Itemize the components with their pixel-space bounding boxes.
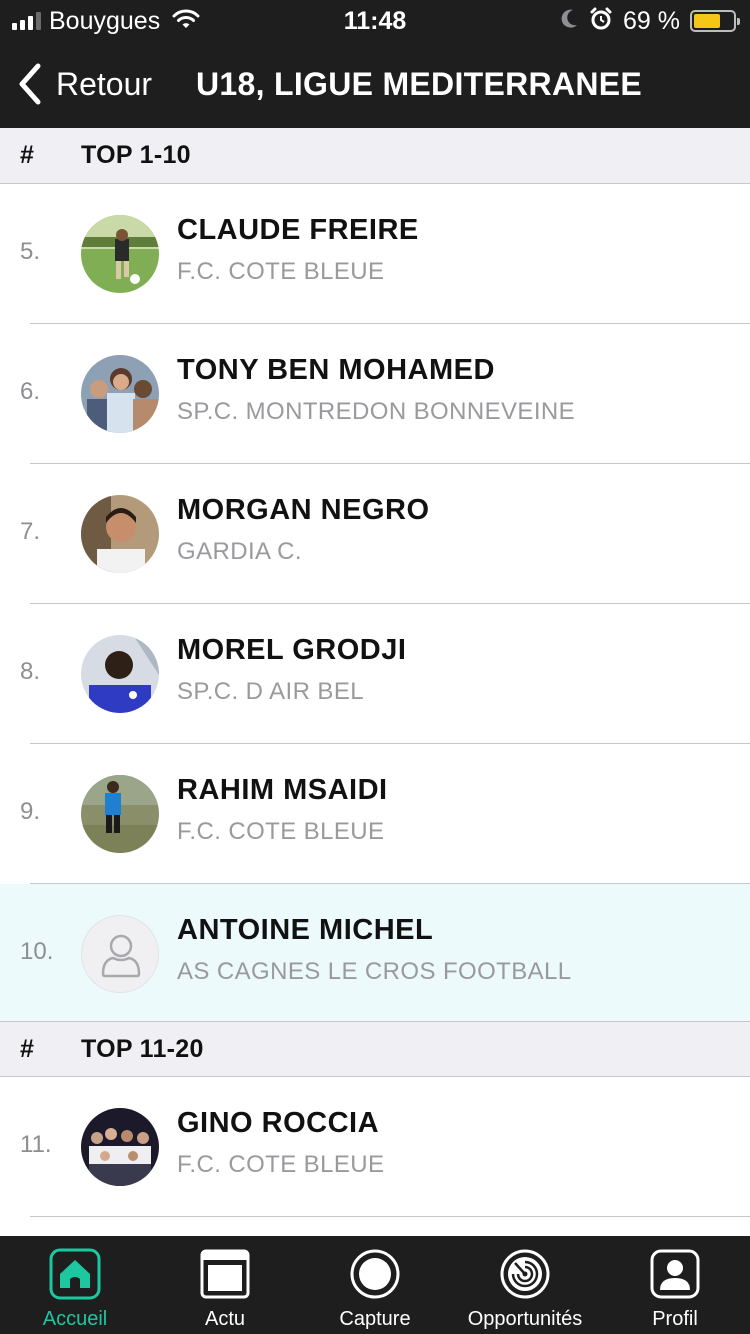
player-avatar	[81, 355, 159, 433]
player-club: F.C. COTE BLEUE	[177, 258, 385, 285]
moon-icon	[559, 8, 579, 35]
player-name: MOREL GRODJI	[177, 634, 407, 666]
section-rank-column: #	[20, 1034, 34, 1063]
player-name: CLAUDE FREIRE	[177, 214, 419, 246]
profile-icon	[649, 1248, 701, 1300]
player-rank: 8.	[20, 658, 41, 685]
tab-label: Profil	[652, 1308, 698, 1330]
status-bar: Bouygues 11:48 69 %	[0, 0, 750, 42]
page-title: U18, LIGUE MEDITERRANEE	[196, 66, 643, 102]
player-club: AS CAGNES LE CROS FOOTBALL	[177, 958, 572, 985]
player-avatar	[81, 495, 159, 573]
player-name: TONY BEN MOHAMED	[177, 354, 495, 386]
player-avatar	[81, 215, 159, 293]
back-button[interactable]: Retour	[16, 62, 152, 106]
nav-bar: Retour U18, LIGUE MEDITERRANEE	[0, 42, 750, 128]
player-club: GARDIA C.	[177, 538, 302, 565]
player-rank: 5.	[20, 238, 41, 265]
player-rank: 6.	[20, 378, 41, 405]
battery-icon	[690, 10, 740, 32]
player-club: F.C. COTE BLEUE	[177, 1151, 385, 1178]
player-name: ANTOINE MICHEL	[177, 914, 434, 946]
player-name: GINO ROCCIA	[177, 1107, 380, 1139]
status-right: 69 %	[559, 6, 740, 36]
player-row[interactable]: 11. GINO ROCCIA F.C. COTE BLEUE	[0, 1077, 750, 1217]
player-row[interactable]: 7. MORGAN NEGRO GARDIA C.	[0, 464, 750, 604]
news-icon	[199, 1248, 251, 1300]
player-name: MORGAN NEGRO	[177, 494, 430, 526]
player-avatar	[81, 635, 159, 713]
section-rank-column: #	[20, 141, 34, 169]
chevron-left-icon	[19, 63, 41, 105]
player-club: F.C. COTE BLEUE	[177, 818, 385, 845]
tab-label: Opportunités	[467, 1308, 583, 1330]
player-rank: 7.	[20, 518, 41, 545]
section-title: TOP 1-10	[81, 141, 191, 169]
battery-percent: 69 %	[623, 6, 680, 35]
avatar-placeholder-icon	[81, 915, 159, 993]
player-rank: 11.	[20, 1131, 52, 1158]
tab-actu[interactable]: Actu	[150, 1236, 300, 1334]
tab-bar: Accueil Actu Capture Opportunités Profil	[0, 1236, 750, 1334]
player-rank: 10.	[20, 938, 54, 965]
opportunities-icon	[499, 1248, 551, 1300]
tab-label: Accueil	[42, 1308, 108, 1330]
tab-profil[interactable]: Profil	[600, 1236, 750, 1334]
capture-icon	[349, 1248, 401, 1300]
player-row[interactable]: 6. TONY BEN MOHAMED SP.C. MONTREDON BONN…	[0, 324, 750, 464]
tab-capture[interactable]: Capture	[300, 1236, 450, 1334]
section-header-top-11-20: # TOP 11-20	[0, 1021, 750, 1077]
row-divider	[30, 1216, 750, 1217]
player-row[interactable]: 9. RAHIM MSAIDI F.C. COTE BLEUE	[0, 744, 750, 884]
section-title: TOP 11-20	[81, 1034, 204, 1063]
player-avatar	[81, 1108, 159, 1186]
player-row[interactable]: 8. MOREL GRODJI SP.C. D AIR BEL	[0, 604, 750, 744]
tab-opportunites[interactable]: Opportunités	[450, 1236, 600, 1334]
player-club: SP.C. MONTREDON BONNEVEINE	[177, 398, 576, 425]
tab-label: Capture	[339, 1308, 411, 1330]
home-icon	[49, 1248, 101, 1300]
player-row[interactable]: 5. CLAUDE FREIRE F.C. COTE BLEUE	[0, 184, 750, 324]
battery-fill	[694, 14, 721, 28]
player-rank: 9.	[20, 798, 41, 825]
player-club: SP.C. D AIR BEL	[177, 678, 364, 705]
tab-label: Actu	[204, 1308, 246, 1330]
alarm-icon	[589, 7, 613, 36]
section-header-top-1-10: # TOP 1-10	[0, 128, 750, 184]
player-row-highlighted[interactable]: 10. ANTOINE MICHEL AS CAGNES LE CROS FOO…	[0, 884, 750, 1024]
tab-accueil[interactable]: Accueil	[0, 1236, 150, 1334]
player-name: RAHIM MSAIDI	[177, 774, 388, 806]
player-avatar	[81, 775, 159, 853]
back-label: Retour	[56, 65, 153, 102]
